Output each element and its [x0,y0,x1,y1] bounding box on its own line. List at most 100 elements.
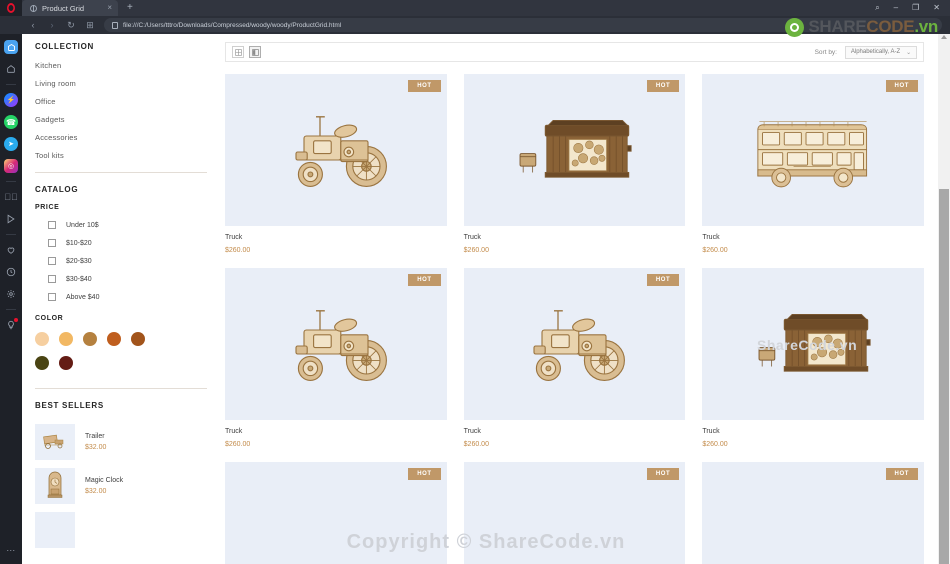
search-icon[interactable]: ⌕ [875,4,879,12]
sidebar-item-office[interactable]: Office [35,97,215,106]
product-grid: HOT Truck $260.00 HOT Truck $260.00 HOT … [225,74,924,564]
status-badge: HOT [408,80,441,92]
opera-send-icon[interactable] [4,212,18,226]
color-swatch-list [35,332,163,370]
color-swatch[interactable] [83,332,97,346]
sidebar-item-gadgets[interactable]: Gadgets [35,115,215,124]
color-swatch[interactable] [35,332,49,346]
color-swatch[interactable] [59,356,73,370]
forward-button[interactable]: › [47,20,57,30]
product-name: Truck [225,428,243,435]
rail-more-button[interactable]: ⋯ [6,545,16,556]
maximize-button[interactable]: ❐ [912,4,919,12]
price-filter-10-20[interactable]: $10-$20 [35,239,215,247]
browser-body: ⚡ ☎ ➤ ◎ ▸⃝ ⋯ COLLECTION Kitchen Living r… [0,34,950,564]
product-price: $260.00 [225,247,251,254]
sort-selected-value: Alphabetically, A-Z [850,49,901,55]
checkbox[interactable] [48,239,56,247]
workspace-icon[interactable] [4,40,18,54]
back-button[interactable]: ‹ [28,20,38,30]
reload-button[interactable]: ↻ [66,20,76,30]
sidebar-divider [35,172,207,173]
best-seller-thumbnail [35,512,75,548]
sidebar-item-accessories[interactable]: Accessories [35,133,215,142]
list-item[interactable] [35,512,215,548]
globe-favicon-icon [30,4,37,12]
instagram-icon[interactable]: ◎ [4,159,18,173]
notification-badge [14,318,18,322]
color-swatch[interactable] [107,332,121,346]
address-bar[interactable]: file:///C:/Users/tttro/Downloads/Compres… [104,18,942,32]
product-card[interactable]: HOT [225,462,447,564]
best-seller-name: Magic Clock [85,477,124,484]
color-swatch[interactable] [35,356,49,370]
home-icon[interactable] [4,62,18,76]
product-card[interactable]: HOT [225,74,447,254]
status-badge: HOT [646,468,680,480]
product-image [702,268,924,420]
product-card[interactable]: HOT [463,268,686,448]
checkbox[interactable] [48,221,56,229]
product-price: $260.00 [702,441,728,448]
price-filter-30-40[interactable]: $30-$40 [35,275,215,283]
favorites-icon[interactable] [4,243,18,257]
product-card[interactable]: Truck $260.00 [702,268,924,448]
rail-divider [6,234,16,235]
history-icon[interactable] [4,265,18,279]
page-info-icon[interactable] [112,21,118,29]
sidebar-item-living-room[interactable]: Living room [35,79,215,88]
settings-gear-icon[interactable] [4,287,18,301]
color-swatch[interactable] [131,332,145,346]
scroll-up-arrow-icon[interactable] [941,35,947,39]
tab-overview-icon[interactable]: ⊞ [85,20,95,30]
price-filter-20-30[interactable]: $20-$30 [35,257,215,265]
best-seller-price: $32.00 [85,488,107,495]
best-seller-thumbnail [35,468,75,504]
tips-bulb-icon[interactable] [4,318,18,332]
list-item[interactable]: Magic Clock $32.00 [35,468,215,504]
product-card[interactable]: HOT [702,74,924,254]
product-grid-page: COLLECTION Kitchen Living room Office Ga… [22,34,938,564]
product-name: Truck [702,234,720,241]
list-view-icon[interactable] [249,46,261,58]
navigation-toolbar: ‹ › ↻ ⊞ file:///C:/Users/tttro/Downloads… [0,16,950,34]
scrollbar-thumb[interactable] [939,189,949,564]
whatsapp-icon[interactable]: ☎ [4,115,18,129]
grid-view-icon[interactable] [232,46,244,58]
sort-select[interactable]: Alphabetically, A-Z ⌄ [845,45,917,59]
browser-window: Product Grid × + ⌕ – ❐ ✕ ‹ › ↻ ⊞ file://… [0,0,950,564]
browser-tab[interactable]: Product Grid × [22,0,118,16]
price-filter-above-40[interactable]: Above $40 [35,293,215,301]
product-card[interactable]: HOT [463,462,686,564]
checkbox[interactable] [48,257,56,265]
page-viewport: COLLECTION Kitchen Living room Office Ga… [22,34,950,564]
title-bar: Product Grid × + ⌕ – ❐ ✕ [0,0,950,16]
player-icon[interactable]: ▸⃝ [4,190,18,204]
sidebar-item-tool-kits[interactable]: Tool kits [35,151,215,160]
tab-title: Product Grid [42,3,85,13]
checkbox[interactable] [48,275,56,283]
product-image: HOT [225,74,447,226]
price-filter-under-10[interactable]: Under 10$ [35,221,215,229]
page-scrollbar[interactable] [938,34,950,564]
product-image: HOT [463,462,686,564]
product-card[interactable]: HOT [463,74,686,254]
list-item[interactable]: Trailer $32.00 [35,424,215,460]
price-filter-label: Above $40 [66,293,100,301]
messenger-icon[interactable]: ⚡ [4,93,18,107]
close-window-button[interactable]: ✕ [933,4,940,12]
checkbox[interactable] [48,293,56,301]
new-tab-button[interactable]: + [118,0,142,16]
telegram-icon[interactable]: ➤ [4,137,18,151]
product-price: $260.00 [463,441,489,448]
sort-label: Sort by: [814,48,837,56]
product-card[interactable]: HOT [225,268,447,448]
product-name: Truck [463,428,481,435]
status-badge: HOT [885,468,918,480]
view-toggle-group [232,46,261,58]
close-tab-icon[interactable]: × [107,4,112,12]
product-card[interactable]: HOT [702,462,924,564]
sidebar-item-kitchen[interactable]: Kitchen [35,61,215,70]
minimize-button[interactable]: – [894,4,898,12]
color-swatch[interactable] [59,332,73,346]
